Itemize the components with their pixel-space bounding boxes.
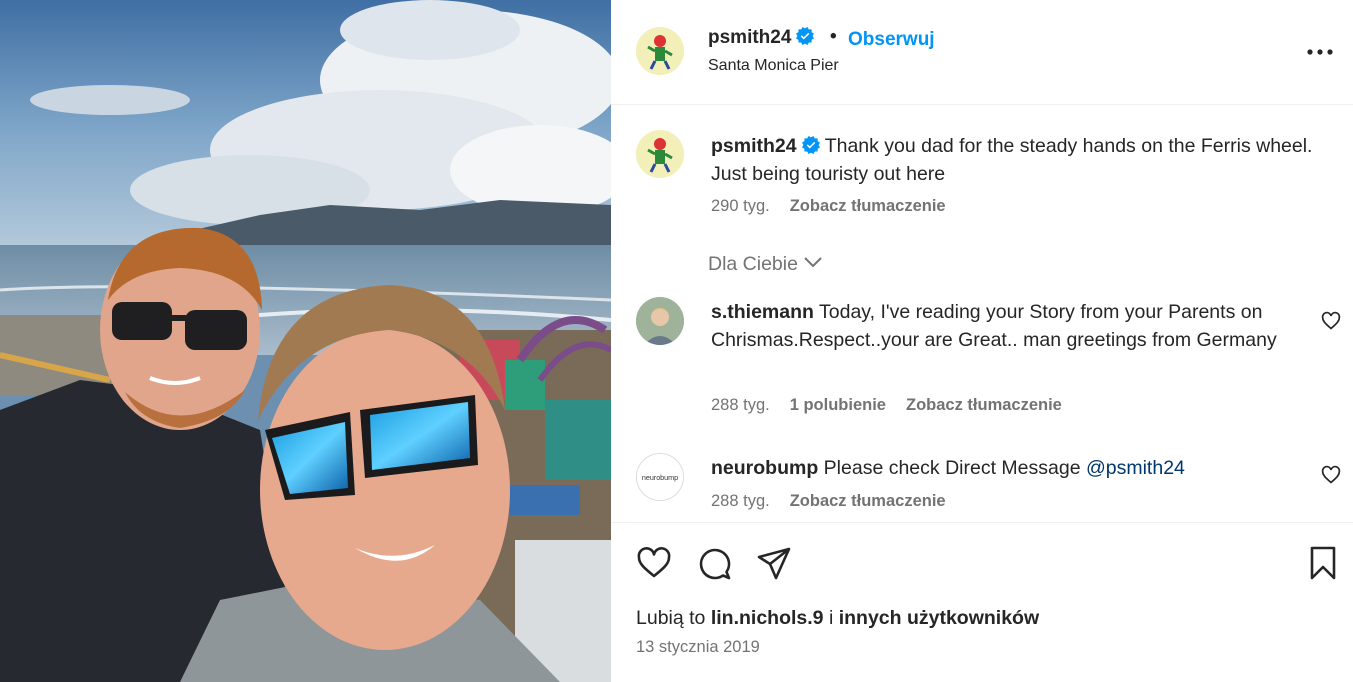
- likes-summary: Lubią to lin.nichols.9 i innych użytkown…: [636, 607, 1039, 630]
- other-likers-link[interactable]: innych użytkowników: [839, 607, 1039, 629]
- comment-like-heart-icon[interactable]: [1321, 311, 1341, 331]
- comments-section[interactable]: psmith24 Thank you dad for the steady ha…: [611, 106, 1353, 522]
- location-link[interactable]: Santa Monica Pier: [708, 57, 839, 75]
- comment-mention-link[interactable]: @psmith24: [1086, 457, 1185, 479]
- caption-translate-button[interactable]: Zobacz tłumaczenie: [790, 197, 946, 215]
- comment-text: Please check Direct Message: [823, 457, 1081, 479]
- comment-meta: 288 tyg. Zobacz tłumaczenie: [711, 492, 946, 511]
- comment-translate-button[interactable]: Zobacz tłumaczenie: [906, 396, 1062, 414]
- post-date[interactable]: 13 stycznia 2019: [636, 638, 760, 657]
- heart-icon[interactable]: [636, 545, 672, 581]
- post-header: psmith24 • Obserwuj Santa Monica Pier: [611, 0, 1353, 105]
- comment-age[interactable]: 288 tyg.: [711, 396, 770, 414]
- verified-badge-icon: [796, 27, 815, 45]
- author-username[interactable]: psmith24: [708, 27, 815, 49]
- caption-username[interactable]: psmith24: [711, 135, 797, 157]
- comment-translate-button[interactable]: Zobacz tłumaczenie: [790, 492, 946, 510]
- avatar-logo-text: neurobump: [642, 474, 678, 482]
- post-photo[interactable]: [0, 0, 611, 682]
- comments-filter-dropdown[interactable]: Dla Ciebie: [708, 253, 822, 276]
- share-icon[interactable]: [756, 545, 792, 581]
- author-avatar[interactable]: [636, 27, 684, 75]
- liked-by-user-link[interactable]: lin.nichols.9: [711, 607, 824, 629]
- more-options-icon[interactable]: [1305, 42, 1335, 62]
- comment-username[interactable]: s.thiemann: [711, 301, 814, 323]
- comment-item: s.thiemann Today, I've reading your Stor…: [711, 298, 1311, 354]
- comments-filter-label: Dla Ciebie: [708, 253, 798, 275]
- comment-meta: 288 tyg. 1 polubienie Zobacz tłumaczenie: [711, 396, 1062, 415]
- caption: psmith24 Thank you dad for the steady ha…: [711, 132, 1321, 188]
- chevron-down-icon: [804, 257, 822, 268]
- caption-avatar[interactable]: [636, 130, 684, 178]
- follow-button[interactable]: Obserwuj: [848, 29, 935, 51]
- comment-icon[interactable]: [696, 545, 732, 581]
- comment-like-heart-icon[interactable]: [1321, 465, 1341, 485]
- comment-avatar[interactable]: [636, 297, 684, 345]
- caption-meta: 290 tyg. Zobacz tłumaczenie: [711, 197, 946, 216]
- separator-dot: •: [830, 26, 837, 47]
- comment-age[interactable]: 288 tyg.: [711, 492, 770, 510]
- likes-connector: i: [828, 607, 834, 629]
- comment-avatar[interactable]: neurobump: [636, 453, 684, 501]
- author-username-text[interactable]: psmith24: [708, 27, 791, 48]
- verified-badge-icon: [801, 136, 820, 154]
- comment-likes-count[interactable]: 1 polubienie: [790, 396, 886, 414]
- post-actions: Lubią to lin.nichols.9 i innych użytkown…: [611, 522, 1353, 682]
- comment-username[interactable]: neurobump: [711, 457, 818, 479]
- caption-age[interactable]: 290 tyg.: [711, 197, 770, 215]
- comment-item: neurobump Please check Direct Message @p…: [711, 454, 1311, 482]
- post-details-panel: psmith24 • Obserwuj Santa Monica Pier ps…: [611, 0, 1353, 682]
- likes-prefix: Lubią to: [636, 607, 706, 629]
- bookmark-icon[interactable]: [1305, 545, 1341, 581]
